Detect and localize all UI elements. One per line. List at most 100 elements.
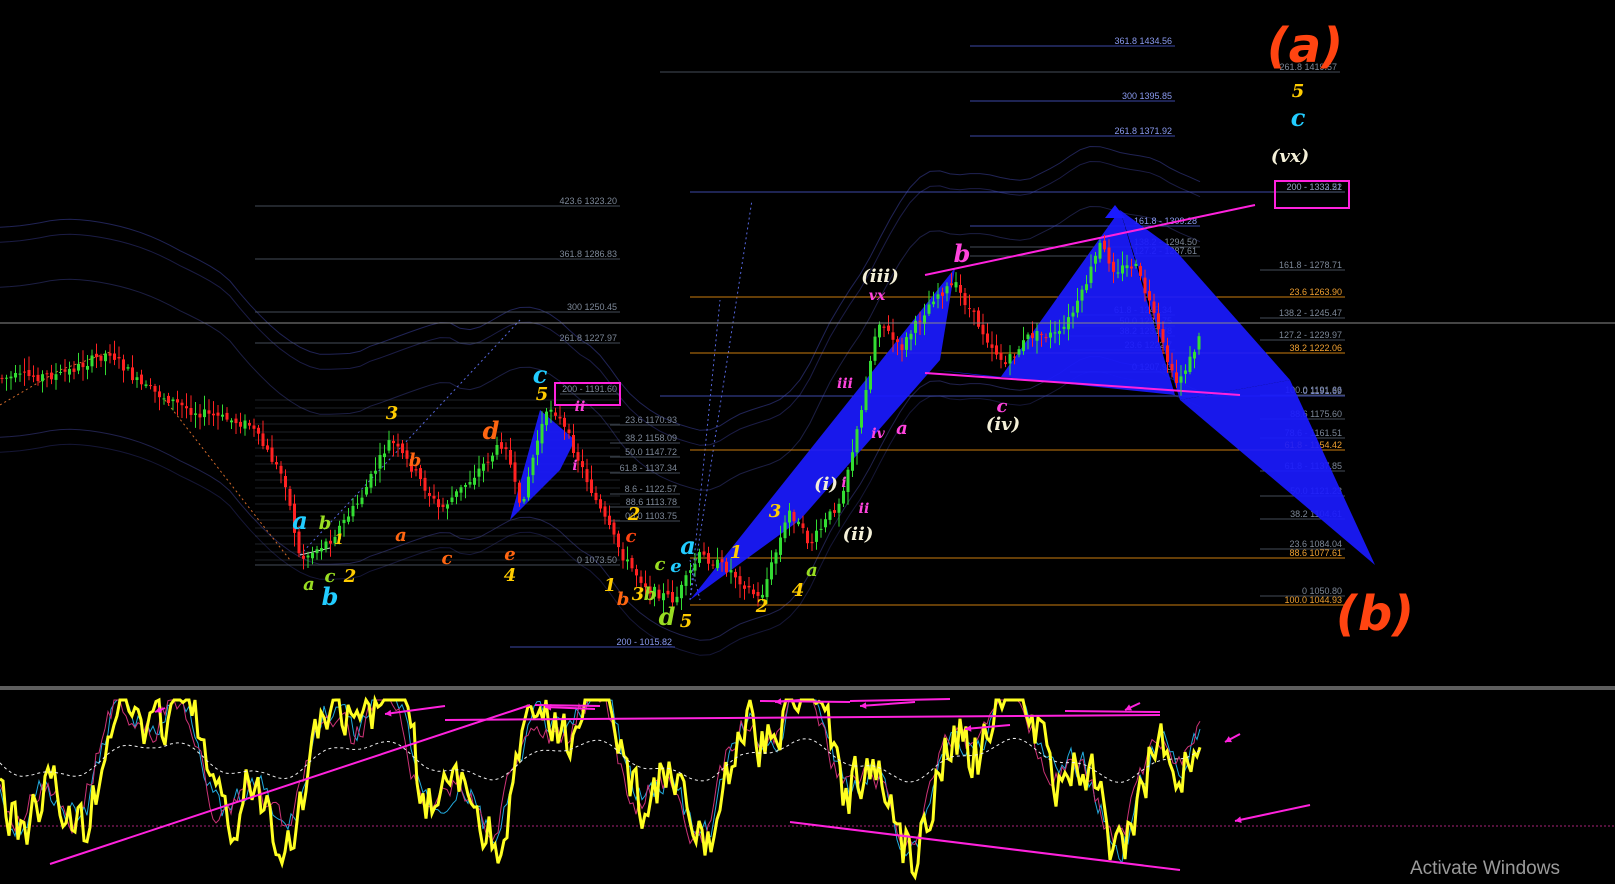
candle-body xyxy=(360,497,364,505)
candle-body xyxy=(176,399,179,403)
candle-body xyxy=(774,552,778,564)
candle-body xyxy=(1152,301,1156,313)
candle-body xyxy=(1044,337,1048,339)
candle-body xyxy=(986,333,989,343)
candle-body xyxy=(657,589,661,599)
wave-label: c xyxy=(655,554,666,575)
divergence-line xyxy=(534,704,601,707)
candle-body xyxy=(711,564,715,566)
candle-body xyxy=(324,541,328,549)
wave-label: e xyxy=(504,544,515,565)
candle-body xyxy=(32,375,35,377)
candle-body xyxy=(729,570,733,573)
candle-body xyxy=(783,522,787,539)
candle-body xyxy=(144,384,148,387)
candle-body xyxy=(446,504,449,509)
candle-body xyxy=(801,523,805,528)
candle-body xyxy=(977,310,980,327)
candle-body xyxy=(1004,362,1007,365)
candle-body xyxy=(995,345,998,355)
candle-body xyxy=(1143,277,1147,294)
candle-body xyxy=(261,433,265,446)
candle-body xyxy=(279,465,283,474)
candle-body xyxy=(1107,247,1111,264)
candle-body xyxy=(797,521,800,525)
candle-body xyxy=(1148,291,1151,301)
candle-body xyxy=(50,372,53,380)
candle-body xyxy=(14,373,17,378)
candle-body xyxy=(954,282,958,288)
candle-body xyxy=(1017,349,1021,355)
candle-body xyxy=(108,353,112,356)
candle-body xyxy=(1040,333,1043,335)
candle-body xyxy=(306,555,310,558)
candle-body xyxy=(158,391,161,398)
candle-body xyxy=(527,476,530,498)
candle-body xyxy=(1031,333,1034,339)
candle-body xyxy=(351,505,355,517)
candle-body xyxy=(18,373,22,375)
candle-body xyxy=(1013,356,1016,358)
candle-body xyxy=(63,369,67,372)
candle-body xyxy=(990,344,994,348)
candle-body xyxy=(1193,351,1196,359)
wave-label: i xyxy=(841,475,846,491)
candle-body xyxy=(1139,266,1142,276)
candle-body xyxy=(423,477,427,491)
wave-label: ii xyxy=(859,501,870,517)
candle-body xyxy=(216,412,220,416)
price-chart[interactable]: 361.8 1434.56261.8 1419.57300 1395.85261… xyxy=(0,0,1615,884)
candle-body xyxy=(522,499,526,502)
candle-body xyxy=(54,374,58,380)
fib-level-label: 61.8 - 1137.34 xyxy=(620,463,677,473)
candle-body xyxy=(608,515,611,525)
fib-level-label: 127.2 - 1229.97 xyxy=(1279,330,1342,340)
candle-body xyxy=(113,353,116,360)
wave-label: iii xyxy=(837,376,853,392)
candle-body xyxy=(392,440,395,444)
candle-body xyxy=(77,363,80,371)
candle-body xyxy=(932,301,935,305)
candle-body xyxy=(581,461,584,468)
candle-body xyxy=(185,406,188,409)
candle-body xyxy=(1112,261,1115,272)
divergence-line xyxy=(759,700,851,703)
candle-body xyxy=(500,442,503,449)
candle-body xyxy=(162,398,166,400)
candle-body xyxy=(68,368,71,375)
candle-body xyxy=(428,493,431,496)
candle-body xyxy=(1076,300,1079,313)
wave-label: 2 xyxy=(343,566,357,587)
wave-label: a xyxy=(680,531,696,560)
candle-body xyxy=(1053,332,1057,334)
candle-body xyxy=(378,455,382,469)
candle-body xyxy=(743,585,746,589)
candle-body xyxy=(792,512,796,522)
candle-body xyxy=(765,579,769,598)
candle-body xyxy=(311,552,314,559)
wave-label: c xyxy=(1291,103,1306,132)
fib-level-label: 161.8 - 1278.71 xyxy=(1279,260,1342,270)
wave-label: c xyxy=(442,548,453,569)
candle-body xyxy=(234,418,238,424)
candle-body xyxy=(909,333,913,340)
candle-body xyxy=(891,332,895,340)
wave-label: 5 xyxy=(680,611,693,632)
wave-label: 5 xyxy=(536,384,549,405)
wave-label: b xyxy=(644,584,657,605)
candle-body xyxy=(716,559,719,569)
candle-body xyxy=(1166,345,1169,363)
wave-label: b xyxy=(954,239,971,268)
wave-label: b xyxy=(319,513,332,534)
candle-body xyxy=(1062,326,1066,329)
candle-body xyxy=(1094,255,1097,264)
candle-body xyxy=(437,499,440,508)
candle-body xyxy=(819,528,823,530)
candle-body xyxy=(689,570,692,573)
candle-body xyxy=(207,410,211,414)
wave-label: c xyxy=(626,526,637,547)
candle-body xyxy=(1170,363,1174,371)
candle-body xyxy=(549,409,553,412)
candle-body xyxy=(189,408,193,415)
candle-body xyxy=(626,559,629,562)
